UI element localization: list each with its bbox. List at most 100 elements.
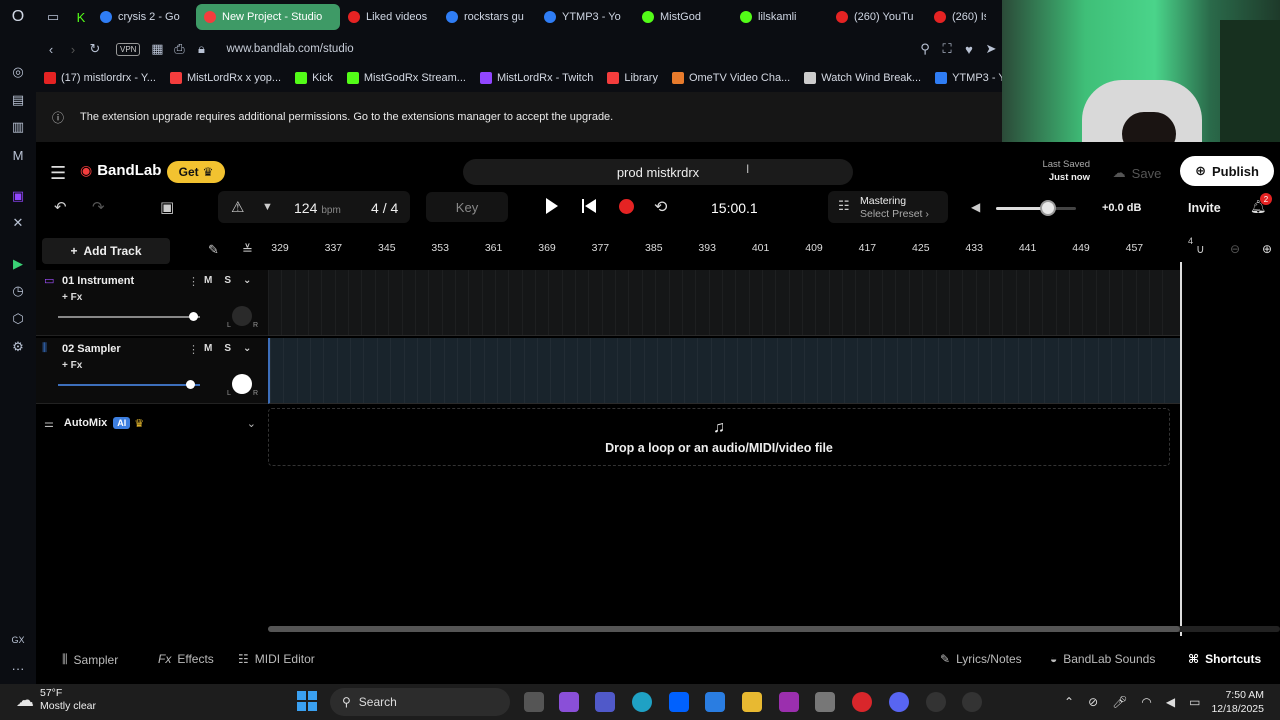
solo-button[interactable]: S xyxy=(224,275,231,286)
track-header-instrument[interactable]: ▭ 01 Instrument + Fx ⋮ M S ⌄ L R xyxy=(36,270,268,336)
key-button[interactable]: Key xyxy=(426,192,508,222)
back-icon[interactable]: ‹ xyxy=(40,42,62,57)
bookmark-item[interactable]: (17) mistlordrx - Y... xyxy=(44,72,156,84)
bpm-field[interactable]: 124 bpm xyxy=(294,200,341,216)
volume-knob[interactable] xyxy=(1040,200,1056,216)
url-field[interactable]: www.bandlab.com/studio xyxy=(226,43,353,55)
wifi-icon[interactable]: ◠ xyxy=(1141,695,1151,709)
horizontal-scrollbar[interactable] xyxy=(268,626,1280,632)
start-button[interactable] xyxy=(297,691,317,711)
player-icon[interactable]: ▶ xyxy=(8,254,28,274)
filter-icon[interactable]: ≚ xyxy=(242,242,253,258)
vpn-badge[interactable]: VPN xyxy=(116,42,141,56)
track-menu-icon[interactable]: ⋮ xyxy=(188,343,199,356)
sampler-tab[interactable]: ⫼ Sampler xyxy=(62,652,118,667)
tab-rockstars[interactable]: rockstars gu xyxy=(438,4,536,30)
tab-mistgod[interactable]: MistGod xyxy=(634,4,732,30)
project-name-field[interactable]: prod mistkrdrx xyxy=(463,159,853,185)
effects-tab[interactable]: Fx Effects xyxy=(158,652,214,666)
reload-icon[interactable]: ↻ xyxy=(84,41,106,57)
drop-zone[interactable]: ♫ Drop a loop or an audio/MIDI/video fil… xyxy=(268,408,1170,466)
magnet-icon[interactable]: ∪ xyxy=(1196,242,1205,256)
reader-icon[interactable]: ▦ xyxy=(146,41,168,57)
tab-youtube-260[interactable]: (260) YouTu xyxy=(828,4,926,30)
record-button[interactable] xyxy=(619,199,634,214)
chevron-down-icon[interactable]: ▼ xyxy=(262,201,273,213)
undo-icon[interactable]: ↶ xyxy=(54,198,67,216)
pin-icon[interactable]: ⚲ xyxy=(914,41,936,57)
bandlab-logo[interactable]: ◉ BandLab xyxy=(80,162,161,179)
midi-editor-tab[interactable]: ☷ MIDI Editor xyxy=(238,652,315,666)
save-button[interactable]: ☁ Save xyxy=(1100,160,1174,186)
copilot-icon[interactable] xyxy=(559,692,579,712)
discord-icon[interactable] xyxy=(889,692,909,712)
zoom-out-icon[interactable]: ⊖ xyxy=(1230,242,1240,256)
settings-icon[interactable]: ⚙ xyxy=(8,337,28,357)
network-off-icon[interactable]: ⊘ xyxy=(1088,695,1098,709)
tab-lilskamli[interactable]: lilskamli xyxy=(732,4,828,30)
volume-slider[interactable] xyxy=(996,207,1076,210)
timeline-ruler[interactable]: 329 337 345 353 361 369 377 385 393 401 409 417 425 4… xyxy=(268,234,1180,266)
more-icon[interactable]: ··· xyxy=(8,658,28,678)
bookmark-item[interactable]: Library xyxy=(607,72,658,84)
mastering-button[interactable]: Mastering Select Preset › xyxy=(860,195,929,221)
weather-widget[interactable]: ☁ 57°F Mostly clear xyxy=(16,687,96,713)
volume-icon[interactable]: ◀︎ xyxy=(971,200,980,214)
extensions-icon[interactable]: ⬡ xyxy=(8,309,28,329)
teams-icon[interactable] xyxy=(595,692,615,712)
track-title[interactable]: 01 Instrument xyxy=(62,275,134,287)
battery-icon[interactable]: ▭ xyxy=(1189,695,1200,709)
volume-fader[interactable] xyxy=(58,316,200,318)
scrollbar-thumb[interactable] xyxy=(268,626,1180,632)
history-icon[interactable]: ◷ xyxy=(8,281,28,301)
microphone-icon[interactable]: 🎤︎ xyxy=(1112,695,1127,709)
bookmark-item[interactable]: OmeTV Video Cha... xyxy=(671,72,790,84)
taskbar-clock[interactable]: 7:50 AM 12/18/2025 xyxy=(1208,688,1264,716)
task-view-icon[interactable] xyxy=(524,692,544,712)
speaker-icon[interactable]: ◀︎ xyxy=(1166,695,1175,709)
panel-toggle-icon[interactable]: ▣ xyxy=(160,198,174,216)
fader-knob[interactable] xyxy=(186,380,196,389)
mail-icon[interactable]: M xyxy=(8,145,28,165)
bookmark-item[interactable]: MistLordRx - Twitch xyxy=(479,72,593,84)
chevron-down-icon[interactable]: ⌄ xyxy=(243,343,251,354)
fader-knob[interactable] xyxy=(188,312,198,321)
print-icon[interactable]: ⎙ xyxy=(168,41,190,57)
tool-icon[interactable]: ✎ xyxy=(208,242,219,258)
solo-button[interactable]: S xyxy=(224,343,231,354)
aria-icon[interactable]: ◎ xyxy=(8,62,28,82)
track-header-sampler[interactable]: ⫼ 02 Sampler + Fx ⋮ M S ⌄ L R xyxy=(36,338,268,404)
shortcuts-tab[interactable]: ⌘ Shortcuts xyxy=(1188,652,1261,666)
loop-icon[interactable]: ⟲ xyxy=(654,197,667,217)
media-player-icon[interactable] xyxy=(962,692,982,712)
playhead[interactable] xyxy=(1180,262,1182,636)
publish-button[interactable]: ⊕ Publish xyxy=(1180,156,1274,186)
add-fx-button[interactable]: + Fx xyxy=(62,292,82,303)
twitch-icon[interactable]: ▣ xyxy=(8,186,28,206)
mute-button[interactable]: M xyxy=(204,275,212,286)
chevron-up-icon[interactable]: ⌃ xyxy=(1064,695,1074,709)
track-lane-instrument[interactable] xyxy=(268,270,1180,336)
forward-icon[interactable]: › xyxy=(62,42,84,57)
add-fx-button[interactable]: + Fx xyxy=(62,360,82,371)
tab-liked-videos[interactable]: Liked videos xyxy=(340,4,438,30)
zoom-in-icon[interactable]: ⊕ xyxy=(1262,242,1272,256)
skip-back-button[interactable] xyxy=(582,199,596,213)
camera-icon[interactable] xyxy=(815,692,835,712)
chevron-down-icon[interactable]: ⌄ xyxy=(243,275,251,286)
mixer-icon[interactable]: ☷ xyxy=(838,198,850,214)
tab-overview-icon[interactable]: ▭ xyxy=(36,9,70,25)
volume-fader[interactable] xyxy=(58,384,200,386)
bookmark-item[interactable]: Kick xyxy=(295,72,333,84)
kick-pinned-icon[interactable]: K xyxy=(70,10,92,25)
track-title[interactable]: 02 Sampler xyxy=(62,343,121,355)
flow-icon[interactable]: ▥ xyxy=(8,117,28,137)
chevron-down-icon[interactable]: ⌄ xyxy=(247,417,256,430)
opera-logo-icon[interactable]: O xyxy=(8,7,28,27)
file-explorer-icon[interactable] xyxy=(742,692,762,712)
obs-icon[interactable] xyxy=(926,692,946,712)
tab-ytmp3[interactable]: YTMP3 - Yo xyxy=(536,4,634,30)
metronome-icon[interactable]: ⚠ xyxy=(231,198,244,216)
clipchamp-icon[interactable] xyxy=(779,692,799,712)
bookmark-item[interactable]: Watch Wind Break... xyxy=(804,72,921,84)
